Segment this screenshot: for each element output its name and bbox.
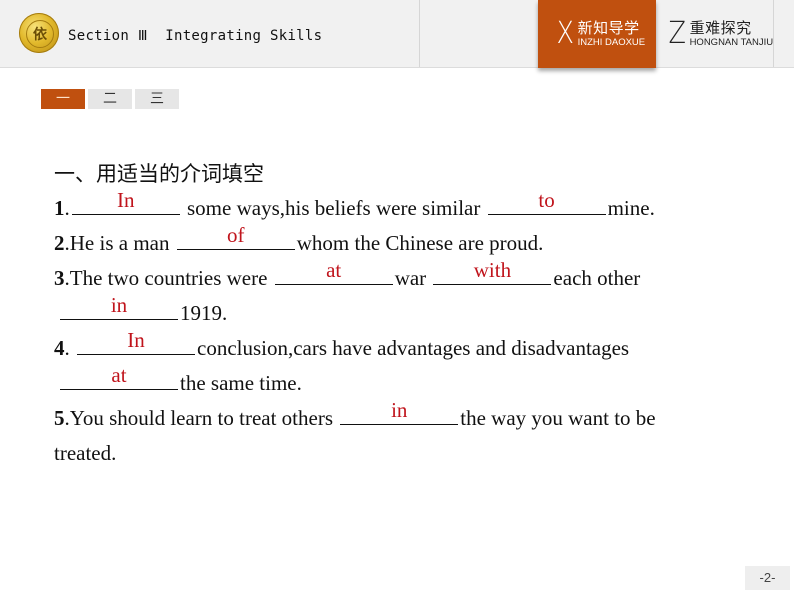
- answer-blank: In: [77, 330, 195, 355]
- answer-text: to: [538, 188, 555, 212]
- question-text: the way you want to be: [460, 406, 656, 430]
- question-text: The two countries were: [69, 266, 273, 290]
- question-text: war: [394, 266, 432, 290]
- school-emblem-icon: 依: [19, 13, 59, 53]
- question-5: 5.You should learn to treat others in the…: [54, 398, 656, 431]
- header-bar: 依 Section Ⅲ Integrating Skills X 新知导学 IN…: [0, 0, 794, 68]
- header-divider: [773, 0, 774, 67]
- answer-text: of: [226, 223, 245, 247]
- answer-text: in: [391, 398, 408, 422]
- question-number: 3: [54, 266, 65, 290]
- tab-two[interactable]: 二: [88, 89, 132, 109]
- question-text: each other: [553, 266, 641, 290]
- question-text: You should learn to treat others: [69, 406, 339, 430]
- question-text: mine.: [607, 196, 655, 220]
- section-tabs: 一 二 三: [41, 89, 179, 109]
- answer-text: in: [110, 293, 128, 317]
- question-3: 3.The two countries were at war with each …: [54, 258, 641, 291]
- answer-blank: at: [60, 365, 178, 390]
- nav-tab-zhongnan-tanjiu[interactable]: Z 重难探究 HONGNAN TANJIU: [667, 0, 774, 67]
- answer-blank: with: [433, 260, 552, 285]
- question-1: 1. In some ways,his beliefs were similar …: [54, 188, 655, 221]
- nav-letter: Z: [668, 15, 687, 51]
- section-title: Section Ⅲ Integrating Skills: [68, 28, 323, 44]
- question-text: treated.: [54, 441, 117, 465]
- tab-one[interactable]: 一: [41, 89, 85, 109]
- answer-text: with: [473, 258, 512, 282]
- nav-letter: X: [556, 15, 575, 51]
- answer-text: at: [326, 258, 342, 282]
- question-text: He is a man: [69, 231, 175, 255]
- emblem-glyph: 依: [26, 20, 54, 48]
- answer-text: In: [117, 188, 135, 212]
- question-number: 4: [54, 336, 65, 360]
- answer-blank: In: [71, 190, 180, 215]
- nav-label-en: INZHI DAOXUE: [577, 36, 646, 48]
- question-text: the same time.: [180, 371, 302, 395]
- question-number: 2: [54, 231, 65, 255]
- header-divider: [419, 0, 420, 67]
- question-number: 1: [54, 196, 65, 220]
- question-2: 2.He is a man of whom the Chinese are pro…: [54, 223, 544, 256]
- question-3-continued: in 1919.: [58, 295, 228, 326]
- nav-label-en: HONGNAN TANJIU: [689, 36, 774, 48]
- question-4: 4. In conclusion,cars have advantages and…: [54, 328, 630, 361]
- page-number: -2-: [745, 566, 790, 590]
- answer-text: at: [111, 363, 127, 387]
- question-4-continued: at the same time.: [58, 365, 302, 396]
- question-text: 1919.: [180, 301, 228, 325]
- answer-blank: to: [487, 190, 606, 215]
- nav-label-cn: 新知导学: [577, 18, 640, 37]
- answer-blank: of: [176, 225, 295, 250]
- nav-label-cn: 重难探究: [689, 18, 752, 37]
- question-text: conclusion,cars have advantages and disa…: [197, 336, 630, 360]
- tab-three[interactable]: 三: [135, 89, 179, 109]
- answer-blank: at: [274, 260, 393, 285]
- question-text: some ways,his beliefs were similar: [181, 196, 486, 220]
- answer-blank: in: [60, 295, 178, 320]
- question-number: 5: [54, 406, 65, 430]
- exercise-heading: 一、用适当的介词填空: [54, 162, 264, 186]
- question-5-continued: treated.: [54, 441, 116, 466]
- nav-tab-xinzhi-daoxue[interactable]: X 新知导学 INZHI DAOXUE: [555, 0, 646, 67]
- question-text: [70, 336, 75, 360]
- answer-blank: in: [340, 400, 459, 425]
- answer-text: In: [127, 328, 145, 352]
- question-text: whom the Chinese are proud.: [296, 231, 544, 255]
